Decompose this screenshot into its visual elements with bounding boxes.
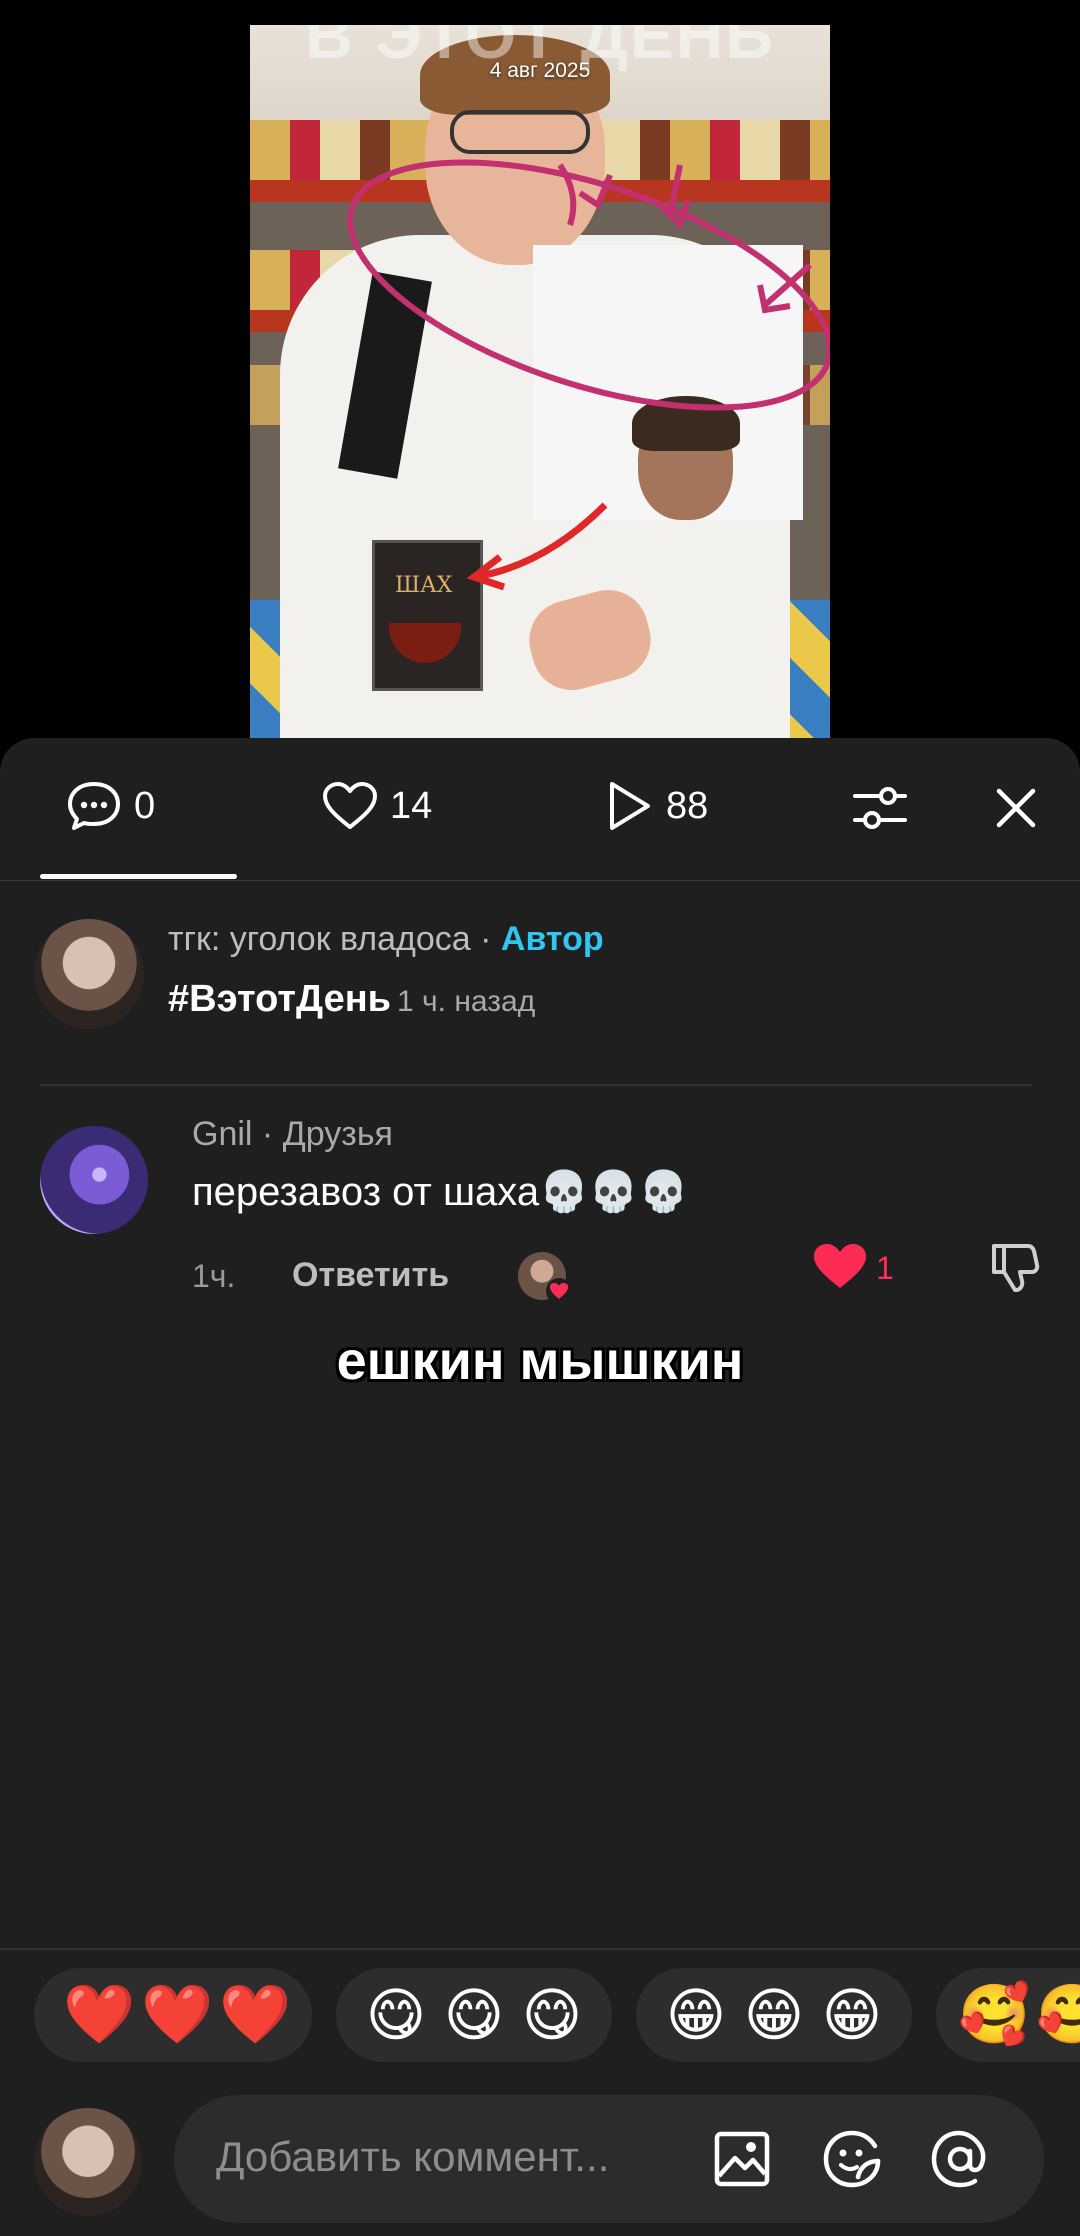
hashtag-link[interactable]: #ВэтотДень [168,978,391,1020]
reaction-emoji: 😋 [365,1983,427,2048]
image-button[interactable] [710,2127,774,2191]
comment-input[interactable]: Добавить коммент... [174,2095,1044,2223]
play-icon [610,782,650,830]
my-avatar[interactable] [34,2108,142,2216]
reaction-emoji: ❤️ [63,1982,136,2047]
at-mention-icon [931,2130,986,2188]
comment-input-placeholder: Добавить коммент... [216,2133,610,2180]
reaction-emoji: ❤️ [219,1982,292,2047]
quick-reaction-grin[interactable]: 😁 😁 😁 [636,1968,912,2062]
tab-views[interactable]: 88 [604,776,708,836]
views-count: 88 [666,784,709,827]
likes-count: 14 [390,784,433,827]
commenter-line[interactable]: Gnil · Друзья [192,1115,393,1154]
heart-filled-icon [814,1244,866,1288]
sliders-icon [853,787,907,829]
divider [0,1948,1080,1950]
quick-reaction-hearts[interactable]: ❤️ ❤️ ❤️ [34,1968,312,2062]
mention-button[interactable] [928,2127,992,2191]
divider [40,1084,1032,1086]
active-tab-indicator [40,874,237,879]
author-name: тгк: уголок владоса [168,920,471,958]
dislike-button[interactable] [988,1242,1040,1299]
tab-likes[interactable]: 14 [322,776,432,836]
video-date: 4 авг 2025 [489,59,591,82]
author-badge: Автор [500,920,604,958]
thumbs-down-icon [992,1244,1040,1292]
separator: · [470,920,501,958]
sticker-icon [823,2130,881,2188]
overlay-caption: ешкин мышкин [336,1331,744,1391]
filter-button[interactable] [848,776,912,840]
commenter-avatar[interactable] [40,1126,148,1234]
comment-icon [68,782,120,830]
reaction-emoji: ❤️ [141,1982,214,2047]
heart-outline-icon [323,782,377,829]
author-avatar[interactable] [34,919,144,1029]
reaction-emoji: 😋 [521,1983,583,2048]
sheet-tabs: 0 14 88 [0,738,1080,881]
commenter-relation: Друзья [282,1115,393,1153]
comment-like-button[interactable] [812,1242,868,1295]
post-time: 1 ч. назад [397,985,536,1018]
quick-reaction-yum[interactable]: 😋 😋 😋 [336,1968,612,2062]
tab-comments[interactable]: 0 [66,776,155,836]
quick-reaction-love[interactable]: 🥰 🥰 [936,1968,1080,2062]
author-liked-heart-icon [546,1278,572,1304]
post-caption: #ВэтотДень 1 ч. назад [168,978,535,1021]
reaction-emoji: 😋 [443,1983,505,2048]
separator: · [252,1115,283,1153]
drawn-annotations [347,159,830,591]
close-button[interactable] [984,776,1048,840]
sticker-button[interactable] [820,2127,884,2191]
reaction-emoji: 😁 [743,1983,805,2048]
reaction-emoji: 🥰 [958,1982,1031,2047]
commenter-name: Gnil [192,1115,253,1153]
comment-text: перезавоз от шаха💀💀💀 [192,1170,689,1214]
image-icon [714,2131,770,2187]
close-icon [996,788,1036,828]
reaction-emoji: 🥰 [1036,1982,1080,2047]
video-preview[interactable]: ШАХ В ЭТОТ ДЕНЬ 4 авг 2025 [250,25,830,740]
author-name-line[interactable]: тгк: уголок владоса · Автор [168,920,604,959]
reaction-emoji: 😁 [665,1983,727,2048]
comment-like-count: 1 [876,1250,894,1286]
comments-count: 0 [134,784,156,827]
reply-button[interactable]: Ответить [292,1256,449,1295]
comment-time: 1ч. [192,1258,236,1294]
reaction-emoji: 😁 [821,1983,883,2048]
